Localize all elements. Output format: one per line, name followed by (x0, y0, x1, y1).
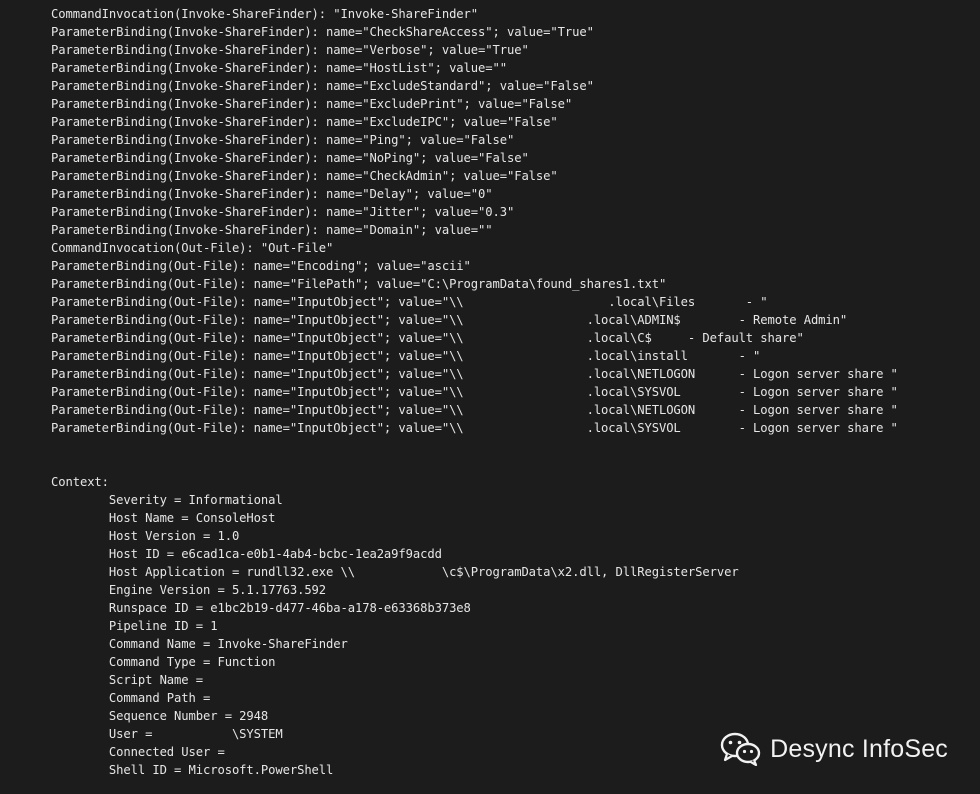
log-line: ParameterBinding(Invoke-ShareFinder): na… (51, 43, 529, 57)
log-line: ParameterBinding(Invoke-ShareFinder): na… (51, 187, 493, 201)
log-line: ParameterBinding(Invoke-ShareFinder): na… (51, 133, 515, 147)
log-line: ParameterBinding(Invoke-ShareFinder): na… (51, 61, 507, 75)
context-field: Command Name = Invoke-ShareFinder (108, 637, 348, 651)
context-field: Host Application = rundll32.exe \\ \c$\P… (108, 565, 739, 579)
context-field: Runspace ID = e1bc2b19-d477-46ba-a178-e6… (108, 601, 471, 615)
context-field: Host Name = ConsoleHost (108, 511, 276, 525)
log-line: ParameterBinding(Out-File): name="InputO… (51, 367, 898, 381)
log-line: ParameterBinding(Out-File): name="InputO… (51, 331, 804, 345)
log-line: ParameterBinding(Out-File): name="InputO… (51, 403, 898, 417)
log-line: ParameterBinding(Invoke-ShareFinder): na… (51, 97, 573, 111)
context-field: Command Type = Function (108, 655, 276, 669)
log-line: ParameterBinding(Invoke-ShareFinder): na… (51, 115, 558, 129)
wechat-icon (720, 732, 762, 766)
context-field: Command Path = (108, 691, 211, 705)
context-field: Host Version = 1.0 (108, 529, 240, 543)
log-line: ParameterBinding(Invoke-ShareFinder): na… (51, 79, 594, 93)
log-line: ParameterBinding(Out-File): name="InputO… (51, 349, 761, 363)
log-line: ParameterBinding(Invoke-ShareFinder): na… (51, 25, 594, 39)
context-field: Script Name = (108, 673, 203, 687)
context-header: Context: (51, 475, 109, 489)
log-line: ParameterBinding(Invoke-ShareFinder): na… (51, 205, 515, 219)
log-line: ParameterBinding(Out-File): name="Encodi… (51, 259, 471, 273)
log-line: CommandInvocation(Out-File): "Out-File" (51, 241, 334, 255)
log-line: ParameterBinding(Invoke-ShareFinder): na… (51, 169, 558, 183)
log-line: ParameterBinding(Invoke-ShareFinder): na… (51, 151, 529, 165)
context-field: Sequence Number = 2948 (108, 709, 269, 723)
context-field: Pipeline ID = 1 (108, 619, 218, 633)
log-line: ParameterBinding(Out-File): name="FilePa… (51, 277, 667, 291)
powershell-log: CommandInvocation(Invoke-ShareFinder): "… (51, 5, 898, 779)
watermark-text: Desync InfoSec (770, 734, 948, 763)
context-field: Engine Version = 5.1.17763.592 (108, 583, 327, 597)
log-line: ParameterBinding(Out-File): name="InputO… (51, 313, 848, 327)
log-line: ParameterBinding(Out-File): name="InputO… (51, 295, 768, 309)
context-field: Host ID = e6cad1ca-e0b1-4ab4-bcbc-1ea2a9… (108, 547, 442, 561)
log-line: CommandInvocation(Invoke-ShareFinder): "… (51, 7, 479, 21)
log-line: ParameterBinding(Out-File): name="InputO… (51, 421, 898, 435)
watermark: Desync InfoSec (720, 732, 948, 766)
context-field: Severity = Informational (108, 493, 283, 507)
log-line: ParameterBinding(Out-File): name="InputO… (51, 385, 898, 399)
log-line: ParameterBinding(Invoke-ShareFinder): na… (51, 223, 493, 237)
